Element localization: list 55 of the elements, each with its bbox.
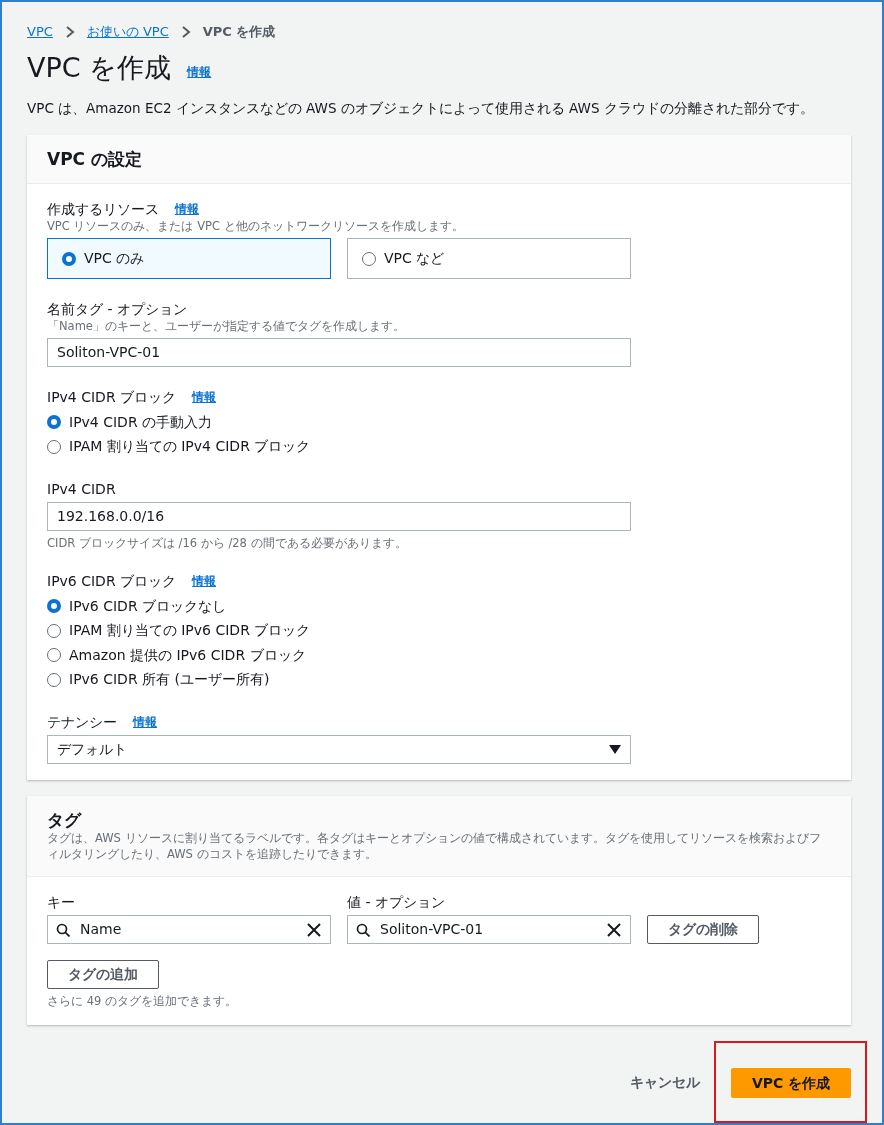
- search-field[interactable]: Soliton-VPC-01: [347, 915, 631, 945]
- radio-button[interactable]: [47, 439, 61, 454]
- chevron-icon: [64, 26, 75, 38]
- radio-label: IPv4 CIDR の手動入力: [69, 412, 213, 432]
- field-hint: 「Name」のキーと、ユーザーが指定する値でタグを作成します。: [47, 318, 406, 335]
- radio-button[interactable]: [47, 648, 61, 663]
- info-link[interactable]: 情報: [175, 200, 199, 219]
- select-field[interactable]: デフォルト: [47, 735, 631, 765]
- search-icon: [56, 922, 70, 937]
- text-input[interactable]: Soliton-VPC-01: [47, 338, 631, 368]
- breadcrumb-current: VPC を作成: [202, 23, 276, 42]
- column-label: キー: [47, 893, 76, 912]
- radio-label: IPv6 CIDR ブロックなし: [69, 596, 227, 616]
- field-label: 作成するリソース: [47, 200, 159, 219]
- field-label: IPv6 CIDR ブロック: [47, 572, 177, 591]
- field-help: CIDR ブロックサイズは /16 から /28 の間である必要があります。: [47, 535, 408, 552]
- radio-button[interactable]: [47, 672, 61, 687]
- text-input[interactable]: 192.168.0.0/16: [47, 502, 631, 532]
- field-label: テナンシー: [47, 713, 117, 732]
- add-tag-button[interactable]: タグの追加: [47, 960, 159, 990]
- create-button[interactable]: VPC を作成: [731, 1068, 851, 1099]
- clear-icon[interactable]: [306, 921, 322, 938]
- info-link[interactable]: 情報: [133, 713, 157, 732]
- tag-limit-note: さらに 49 のタグを追加できます。: [47, 993, 238, 1010]
- clear-icon[interactable]: [606, 921, 622, 938]
- info-link[interactable]: 情報: [187, 63, 212, 82]
- panel-title: タグ: [47, 810, 83, 831]
- radio-label: IPAM 割り当ての IPv6 CIDR ブロック: [69, 621, 311, 641]
- radio-button[interactable]: [47, 623, 61, 638]
- panel-title: VPC の設定: [47, 148, 143, 170]
- page-description: VPC は、Amazon EC2 インスタンスなどの AWS のオブジェクトによって使用される AWS クラウドの分離された部分です。: [27, 99, 815, 119]
- caret-icon: [609, 745, 621, 755]
- option-tile[interactable]: VPC のみ: [47, 238, 331, 280]
- breadcrumb-link[interactable]: VPC: [27, 22, 53, 42]
- option-tile[interactable]: VPC など: [347, 238, 631, 280]
- field-hint: VPC リソースのみ、または VPC と他のネットワークリソースを作成します。: [47, 218, 465, 235]
- page-title: VPC を作成: [27, 52, 172, 85]
- search-icon: [356, 922, 370, 937]
- field-label: IPv4 CIDR ブロック: [47, 388, 177, 407]
- column-label: 値 - オプション: [347, 893, 445, 912]
- search-field[interactable]: Name: [47, 915, 331, 945]
- radio-button[interactable]: [47, 599, 61, 614]
- info-link[interactable]: 情報: [192, 388, 217, 407]
- radio-button[interactable]: [47, 415, 61, 430]
- field-label: IPv4 CIDR: [47, 480, 116, 499]
- field-label: 名前タグ - オプション: [47, 300, 187, 319]
- radio-label: Amazon 提供の IPv6 CIDR ブロック: [69, 645, 306, 665]
- chevron-icon: [180, 26, 191, 38]
- remove-tag-button[interactable]: タグの削除: [647, 915, 759, 945]
- panel-description: タグは、AWS リソースに割り当てるラベルです。各タグはキーとオプションの値で構成されています。タグを使用してリソースを検索およびフィルタリングしたり、AWS のコストを追跡したりできます。: [47, 830, 822, 863]
- radio-label: IPv6 CIDR 所有 (ユーザー所有): [69, 670, 270, 690]
- radio-label: IPAM 割り当ての IPv4 CIDR ブロック: [69, 437, 311, 457]
- info-link[interactable]: 情報: [192, 572, 217, 591]
- cancel-link[interactable]: キャンセル: [624, 1070, 706, 1094]
- breadcrumb-link[interactable]: お使いの VPC: [86, 22, 169, 42]
